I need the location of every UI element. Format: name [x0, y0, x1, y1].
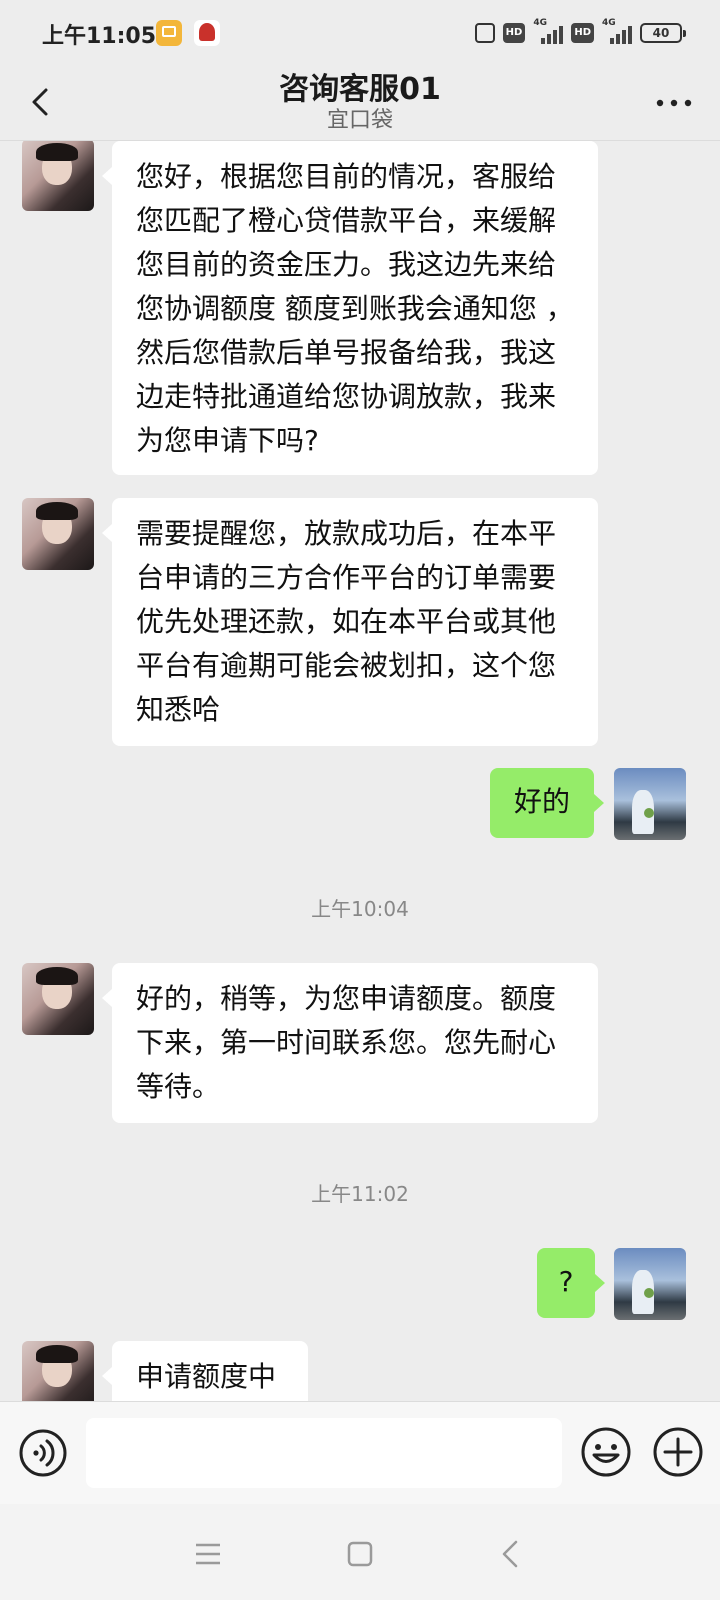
system-nav-bar [0, 1504, 720, 1600]
agent-avatar[interactable] [22, 1341, 94, 1401]
signal-icon: 4G [533, 18, 564, 44]
chat-header: 咨询客服01 宜口袋 [0, 68, 720, 141]
home-icon[interactable] [340, 1534, 380, 1574]
battery-icon: 40 [640, 23, 686, 43]
agent-avatar[interactable] [22, 498, 94, 570]
signal-icon: 4G [602, 18, 632, 44]
status-indicators: HD 4G HD 4G 40 [474, 18, 686, 44]
chat-messages[interactable]: 您好，根据您目前的情况，客服给您匹配了橙心贷借款平台，来缓解您目前的资金压力。我… [0, 141, 720, 1401]
message-bubble[interactable]: 好的，稍等，为您申请额度。额度下来，第一时间联系您。您先耐心等待。 [102, 963, 598, 1123]
user-avatar[interactable] [614, 768, 686, 840]
timestamp: 上午10:04 [311, 897, 409, 921]
status-time: 上午11:05 [42, 24, 157, 49]
message-bubble[interactable]: 申请额度中 [102, 1341, 308, 1401]
message-bubble[interactable]: 需要提醒您，放款成功后，在本平台申请的三方合作平台的订单需要优先处理还款，如在本… [102, 498, 598, 746]
message-bubble-self[interactable]: ? [537, 1248, 605, 1318]
hd-badge: HD [502, 23, 526, 43]
hd-badge: HD [571, 23, 594, 43]
menu-icon[interactable] [188, 1534, 228, 1574]
input-bar [0, 1401, 720, 1505]
agent-avatar[interactable] [22, 963, 94, 1035]
message-input[interactable] [86, 1418, 562, 1488]
timestamp: 上午11:02 [311, 1182, 409, 1206]
voice-icon[interactable] [18, 1428, 68, 1478]
more-dots-icon[interactable] [652, 88, 696, 118]
message-bubble-self[interactable]: 好的 [490, 768, 604, 838]
screen-rotate-icon [474, 23, 495, 43]
back-icon[interactable] [492, 1534, 532, 1574]
status-bar: 上午11:05 HD 4G HD 4G 40 [0, 0, 720, 68]
message-notification-icon [156, 20, 182, 46]
agent-avatar[interactable] [22, 141, 94, 211]
chat-subtitle: 宜口袋 [326, 108, 393, 133]
emoji-icon[interactable] [580, 1426, 632, 1478]
plus-icon[interactable] [652, 1426, 704, 1478]
user-avatar[interactable] [614, 1248, 686, 1320]
message-bubble[interactable]: 您好，根据您目前的情况，客服给您匹配了橙心贷借款平台，来缓解您目前的资金压力。我… [102, 141, 598, 475]
app-notification-icon [194, 20, 220, 46]
